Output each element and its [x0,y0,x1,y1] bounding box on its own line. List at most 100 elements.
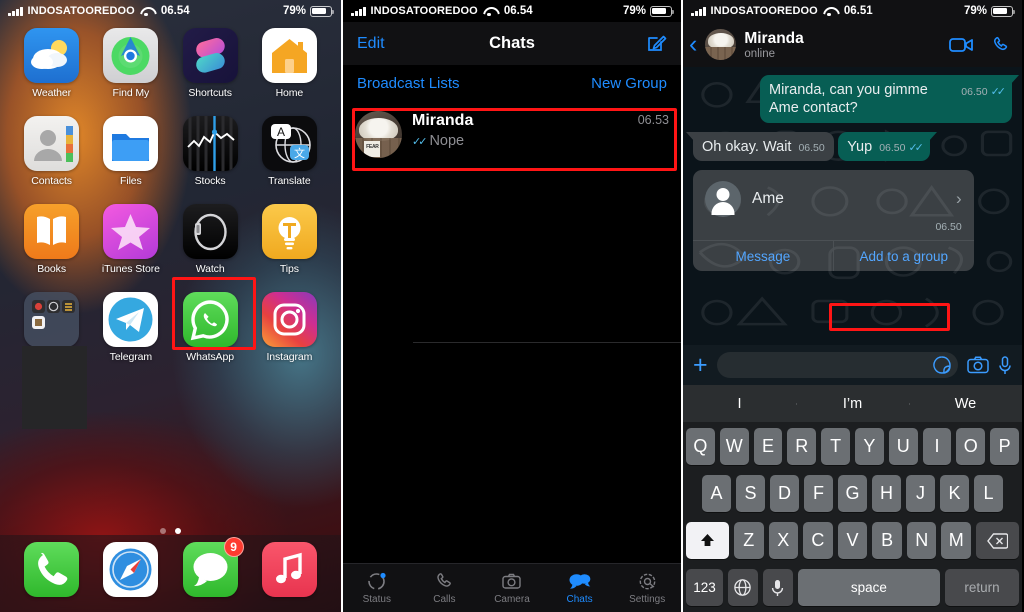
dock-app-music[interactable] [261,542,317,597]
backspace-icon[interactable] [976,522,1019,559]
key-numeric-switch[interactable]: 123 [686,569,723,606]
key-l[interactable]: L [974,475,1003,512]
key-space[interactable]: space [797,569,940,606]
tab-calls[interactable]: Calls [411,571,479,605]
message-list: 06.50 ✓✓ Miranda, can you gimme Ame cont… [683,67,1022,345]
status-bar-home: INDOSATOOREDOO 06.54 79% [0,0,341,22]
key-y[interactable]: Y [855,428,884,465]
prediction-2[interactable]: I’m [796,396,909,412]
app-files[interactable]: Files [91,116,170,187]
app-weather[interactable]: Weather [12,28,91,99]
tab-label: Calls [433,594,456,605]
microphone-icon[interactable] [998,355,1012,375]
app-watch[interactable]: Watch [171,204,250,275]
key-e[interactable]: E [753,428,783,465]
status-icon [366,571,387,592]
app-translate[interactable]: A 文 Translate [250,116,329,187]
key-g[interactable]: G [838,475,867,512]
app-whatsapp[interactable]: WhatsApp [171,292,250,363]
plus-icon[interactable]: + [693,352,708,378]
message-input-bar: + [683,345,1022,385]
carrier-label: INDOSATOOREDOO [27,5,135,17]
message-time: 06.50 [798,141,825,154]
camera-icon[interactable] [967,356,989,374]
key-b[interactable]: B [872,522,902,559]
new-group-button[interactable]: New Group [591,75,667,92]
whatsapp-icon [182,292,238,347]
app-contacts[interactable]: Contacts [12,116,91,187]
message-input-field[interactable] [716,352,958,378]
app-label: Stocks [194,175,226,187]
chats-navigation-bar: Edit Chats [343,22,681,65]
key-i[interactable]: I [922,428,952,465]
key-q[interactable]: Q [686,428,715,465]
page-dot-1[interactable] [160,528,166,534]
voice-call-icon[interactable] [991,35,1011,55]
tab-settings[interactable]: Settings [613,571,681,605]
app-label: Translate [268,175,311,187]
key-x[interactable]: X [768,522,799,559]
key-v[interactable]: V [837,522,868,559]
microphone-icon[interactable] [762,569,793,606]
app-find-my[interactable]: Find My [91,28,170,99]
keyboard-row-1: Q W E R T Y U I O P [686,428,1019,465]
broadcast-lists-button[interactable]: Broadcast Lists [357,75,460,92]
app-tips[interactable]: Tips [250,204,329,275]
key-r[interactable]: R [787,428,817,465]
chats-icon [568,571,591,592]
app-books[interactable]: Books [12,204,91,275]
prediction-1[interactable]: I [683,396,796,412]
key-z[interactable]: Z [733,522,764,559]
key-w[interactable]: W [719,428,749,465]
tab-chats[interactable]: Chats [546,571,614,605]
key-f[interactable]: F [804,475,833,512]
contact-card-message[interactable]: Ame › 06.50 Message Add to a group [693,170,974,272]
dock-app-phone[interactable] [24,542,80,597]
app-shortcuts[interactable]: Shortcuts [171,28,250,99]
key-c[interactable]: C [803,522,833,559]
key-h[interactable]: H [872,475,901,512]
app-telegram[interactable]: Telegram [91,292,170,363]
battery-icon [991,5,1015,17]
contact-card-message-button[interactable]: Message [693,241,833,271]
contact-card-add-to-group-button[interactable]: Add to a group [832,241,974,272]
key-o[interactable]: O [956,428,986,465]
key-p[interactable]: P [990,428,1019,465]
page-indicator-dots[interactable] [0,528,341,534]
key-j[interactable]: J [906,475,935,512]
app-itunes-store[interactable]: iTunes Store [91,204,170,275]
prediction-3[interactable]: We [909,396,1022,412]
obscured-widget-rect [22,346,87,429]
back-chevron-icon[interactable]: ‹ [689,32,697,57]
app-home[interactable]: Home [250,28,329,99]
video-call-icon[interactable] [949,36,974,54]
key-s[interactable]: S [736,475,765,512]
key-k[interactable]: K [940,475,969,512]
tips-icon [261,204,317,259]
page-dot-2-active[interactable] [175,528,181,534]
chat-row-miranda[interactable]: FEAR Miranda ✓✓ Nope 06.53 [343,102,681,166]
key-return[interactable]: return [945,569,1019,606]
dock-app-safari[interactable] [103,542,159,597]
compose-icon[interactable] [646,33,667,54]
app-instagram[interactable]: Instagram [250,292,329,363]
sticker-icon[interactable] [933,356,951,374]
key-a[interactable]: A [702,475,731,512]
key-t[interactable]: T [821,428,850,465]
tab-status[interactable]: Status [343,571,411,605]
tab-camera[interactable]: Camera [478,571,546,605]
avatar[interactable] [705,29,737,60]
globe-icon[interactable] [727,569,758,606]
message-meta: 06.50 ✓✓ [879,142,924,156]
key-m[interactable]: M [941,522,972,559]
key-n[interactable]: N [906,522,937,559]
key-u[interactable]: U [888,428,918,465]
key-d[interactable]: D [770,475,799,512]
shift-icon[interactable] [686,522,729,559]
wifi-icon [483,6,496,17]
dock-app-messages[interactable]: 9 [182,537,244,597]
app-stocks[interactable]: Stocks [171,116,250,187]
chevron-right-icon[interactable]: › [956,189,962,209]
home-icon-grid: Weather Find My Shortcuts Home Contacts … [0,28,341,363]
svg-text:A: A [277,125,285,139]
